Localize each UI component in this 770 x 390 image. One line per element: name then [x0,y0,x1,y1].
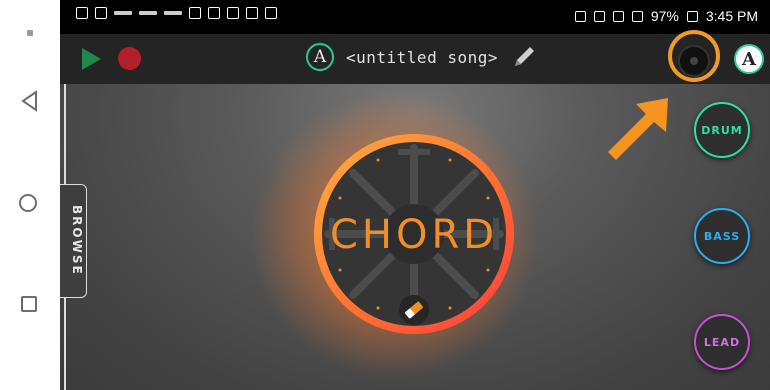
gmail-icon [189,7,201,19]
eraser-icon[interactable] [398,294,430,326]
bass-button[interactable]: BASS [694,208,750,264]
drum-label: DRUM [701,123,743,137]
home-icon[interactable] [19,194,37,212]
system-nav-bar [0,0,60,390]
upload-icon [76,7,88,19]
account-button[interactable]: A [734,44,764,74]
bluetooth-icon [574,10,586,22]
battery-icon [686,10,698,22]
account-letter: A [742,48,756,70]
bass-label: BASS [703,229,741,243]
wifi-icon [612,10,624,22]
edit-pencil-icon[interactable] [510,43,538,71]
battery-percent: 97% [650,8,679,24]
status-right: 97% 3:45 PM [574,8,758,24]
image-icon [95,7,107,19]
box-icon [246,7,258,19]
drive-icon [227,7,239,19]
nfc-icon [593,10,605,22]
recents-icon[interactable] [21,296,37,312]
status-bar: 97% 3:45 PM [60,0,770,34]
song-title[interactable]: <untitled song> [346,48,498,67]
play-icon[interactable] [82,48,101,70]
play-store-icon [265,7,277,19]
notification-icon [164,11,182,15]
clock: 3:45 PM [705,8,758,24]
title-group: A <untitled song> [306,43,538,71]
lead-button[interactable]: LEAD [694,314,750,370]
notification-icon [139,11,157,15]
chord-label: CHORD [329,212,499,258]
highlight-ring [668,30,720,82]
arrow-pointer-icon [608,98,668,160]
lead-label: LEAD [703,335,741,349]
signal-icon [631,10,643,22]
notification-icons [76,7,277,19]
logo-letter: A [313,47,327,67]
drum-button[interactable]: DRUM [694,102,750,158]
main-area: BROWSE CHORD DRUM BASS LEAD [60,84,770,390]
browse-label: BROWSE [70,204,84,276]
nav-dot [27,30,33,36]
drive-icon [208,7,220,19]
app-toolbar: A <untitled song> A [60,30,770,84]
notification-icon [114,11,132,15]
logo-icon[interactable]: A [306,43,334,71]
record-icon[interactable] [118,47,141,70]
back-icon[interactable] [20,90,38,112]
